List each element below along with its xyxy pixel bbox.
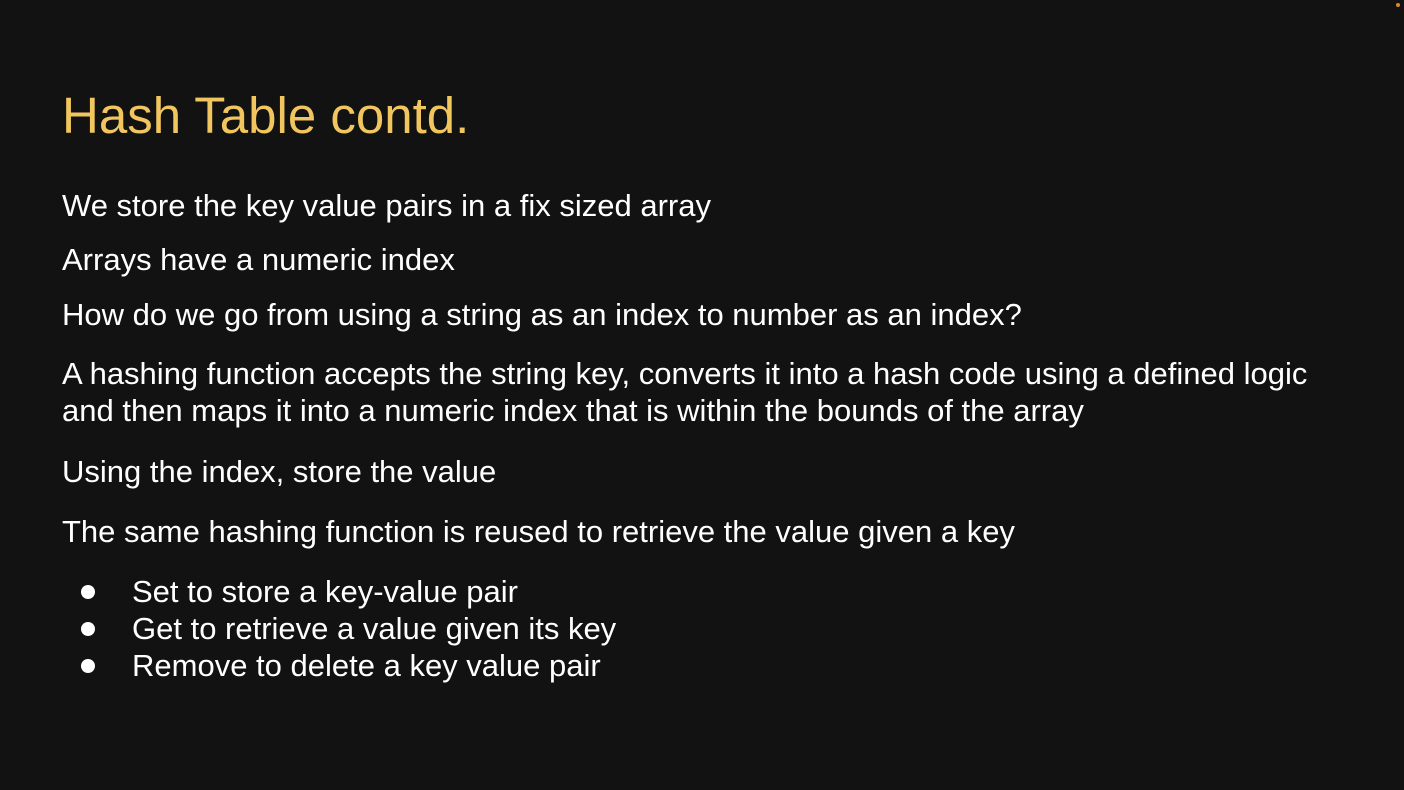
- body-paragraph: Using the index, store the value: [62, 454, 497, 489]
- body-paragraph: How do we go from using a string as an i…: [62, 297, 1022, 332]
- body-paragraph: A hashing function accepts the string ke…: [62, 356, 1308, 428]
- bullet-dot-icon: [81, 658, 95, 673]
- bullet-text: Set to store a key-value pair: [132, 574, 518, 609]
- bullet-item-set: Set to store a key-value pair: [62, 573, 616, 610]
- status-indicator-dot: [1396, 3, 1400, 7]
- slide-title: Hash Table contd.: [62, 87, 470, 144]
- body-paragraph: The same hashing function is reused to r…: [62, 514, 1015, 549]
- body-paragraph: We store the key value pairs in a fix si…: [62, 188, 711, 223]
- bullet-text: Get to retrieve a value given its key: [132, 611, 617, 646]
- bullet-list: Set to store a key-value pair Get to ret…: [62, 573, 616, 684]
- bullet-item-get: Get to retrieve a value given its key: [62, 610, 616, 647]
- bullet-dot-icon: [81, 584, 95, 599]
- slide: Hash Table contd. We store the key value…: [0, 0, 1404, 790]
- bullet-text: Remove to delete a key value pair: [132, 648, 601, 683]
- bullet-dot-icon: [81, 621, 95, 636]
- body-paragraph: Arrays have a numeric index: [62, 242, 455, 277]
- bullet-item-remove: Remove to delete a key value pair: [62, 647, 616, 684]
